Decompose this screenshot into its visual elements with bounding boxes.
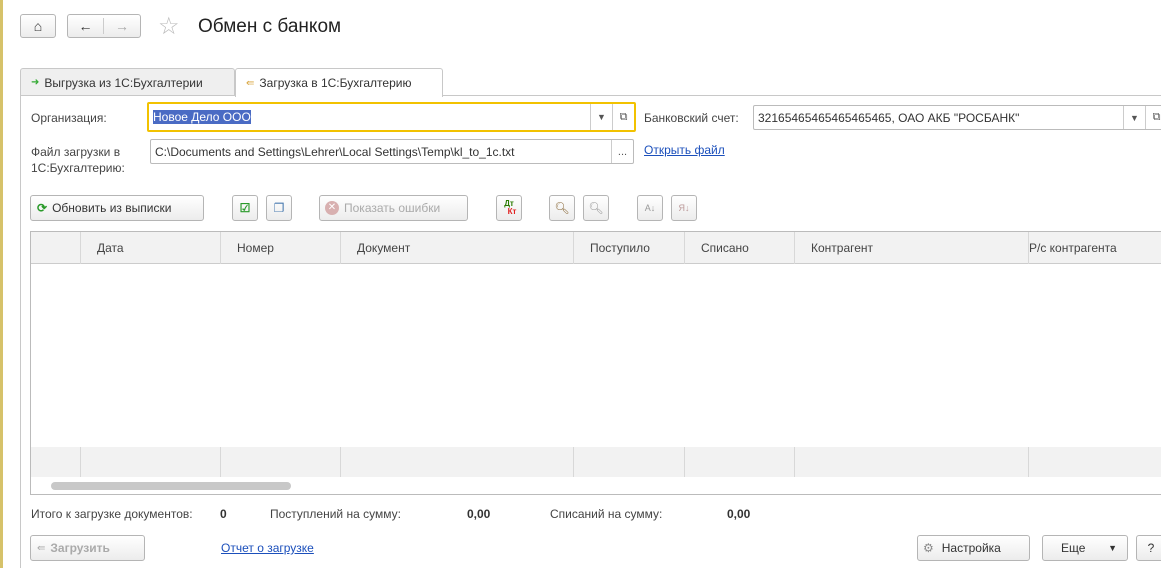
refresh-icon: ⟳ [37,201,48,215]
settings-label: Настройка [941,541,1001,555]
sort-desc-icon: Я↓ [678,203,690,213]
dropdown-icon[interactable]: ▼ [590,104,612,130]
uncheck-all-icon: ❐ [273,201,285,215]
error-icon: ✕ [325,201,339,215]
tab-label: Загрузка в 1С:Бухгалтерию [259,76,412,90]
open-file-link[interactable]: Открыть файл [644,143,725,157]
load-button[interactable]: ⇚ Загрузить [30,535,145,561]
gear-icon: ⚙ [923,541,934,555]
column-header-document[interactable]: Документ [340,232,573,264]
refresh-label: Обновить из выписки [52,201,172,215]
bank-label: Банковский счет: [644,111,739,125]
load-label: Загрузить [50,541,110,555]
tab-label: Выгрузка из 1С:Бухгалтерии [44,75,203,90]
org-value: Новое Дело ООО [153,110,251,124]
tab-export[interactable]: ➜ Выгрузка из 1С:Бухгалтерии [20,68,235,96]
forward-button[interactable]: → [104,18,140,34]
clear-search-button[interactable]: 🔍︎ [583,195,609,221]
clear-search-icon: 🔍︎ [588,201,604,215]
open-icon[interactable]: ⧉ [1145,106,1161,129]
load-report-link[interactable]: Отчет о загрузке [221,541,314,555]
home-icon: ⌂ [33,18,43,34]
horizontal-scrollbar[interactable] [51,482,291,490]
kt-icon-text: Кт [507,207,517,216]
outgoing-sum-value: 0,00 [727,507,751,521]
more-button[interactable]: Еще ▼ [1042,535,1128,561]
documents-table[interactable]: Дата Номер Документ Поступило Списано Ко… [30,231,1161,495]
show-errors-button[interactable]: ✕ Показать ошибки [319,195,468,221]
sort-asc-button[interactable]: A↓ [637,195,663,221]
check-all-icon: ☑ [239,201,251,215]
back-button[interactable]: ← [68,18,104,34]
org-field[interactable]: Новое Дело ООО ▼ ⧉ [147,102,636,132]
bank-account-field[interactable]: 32165465465465465465, ОАО АКБ "РОСБАНК" … [753,105,1161,130]
chevron-down-icon: ▼ [1108,543,1117,553]
column-header-received[interactable]: Поступило [573,232,684,264]
file-value: C:\Documents and Settings\Lehrer\Local S… [155,144,515,159]
column-header-written-off[interactable]: Списано [684,232,794,264]
column-header-counterparty-account[interactable]: Р/с контрагента [1028,232,1161,264]
home-button[interactable]: ⌂ [20,14,56,38]
sort-asc-icon: A↓ [644,203,656,213]
tab-import[interactable]: ⇚ Загрузка в 1С:Бухгалтерию [235,68,443,97]
outgoing-sum-label: Списаний на сумму: [550,507,663,521]
file-path-field[interactable]: C:\Documents and Settings\Lehrer\Local S… [150,139,634,164]
open-icon[interactable]: ⧉ [612,104,634,130]
search-icon: 🔍︎ [554,201,570,215]
dt-kt-button[interactable]: Дт Кт [496,195,522,221]
column-header-number[interactable]: Номер [220,232,340,264]
bank-value: 32165465465465465465, ОАО АКБ "РОСБАНК" [758,110,1020,125]
incoming-sum-value: 0,00 [467,507,491,521]
nav-buttons: ← → [67,14,141,38]
help-button[interactable]: ? [1136,535,1161,561]
org-label: Организация: [31,111,107,125]
uncheck-all-button[interactable]: ❐ [266,195,292,221]
export-icon: ➜ [31,77,40,88]
sort-desc-button[interactable]: Я↓ [671,195,697,221]
browse-button[interactable]: ... [611,140,633,163]
total-docs-value: 0 [220,507,227,521]
window-edge [0,0,3,568]
load-icon: ⇚ [37,542,46,554]
dropdown-icon[interactable]: ▼ [1123,106,1145,129]
incoming-sum-label: Поступлений на сумму: [270,507,401,521]
file-label: Файл загрузки в 1С:Бухгалтерию: [31,145,125,175]
search-button[interactable]: 🔍︎ [549,195,575,221]
check-all-button[interactable]: ☑ [232,195,258,221]
favorite-star-icon[interactable]: ☆ [158,12,180,41]
column-header-date[interactable]: Дата [80,232,220,264]
total-docs-label: Итого к загрузке документов: [31,507,193,521]
column-header-counterparty[interactable]: Контрагент [794,232,1028,264]
table-header: Дата Номер Документ Поступило Списано Ко… [31,232,1161,264]
settings-button[interactable]: ⚙ Настройка [917,535,1030,561]
page-title: Обмен с банком [198,16,342,37]
table-footer [31,447,1161,477]
more-label: Еще [1061,541,1086,555]
import-icon: ⇚ [246,77,255,89]
refresh-button[interactable]: ⟳ Обновить из выписки [30,195,204,221]
show-errors-label: Показать ошибки [344,201,441,215]
